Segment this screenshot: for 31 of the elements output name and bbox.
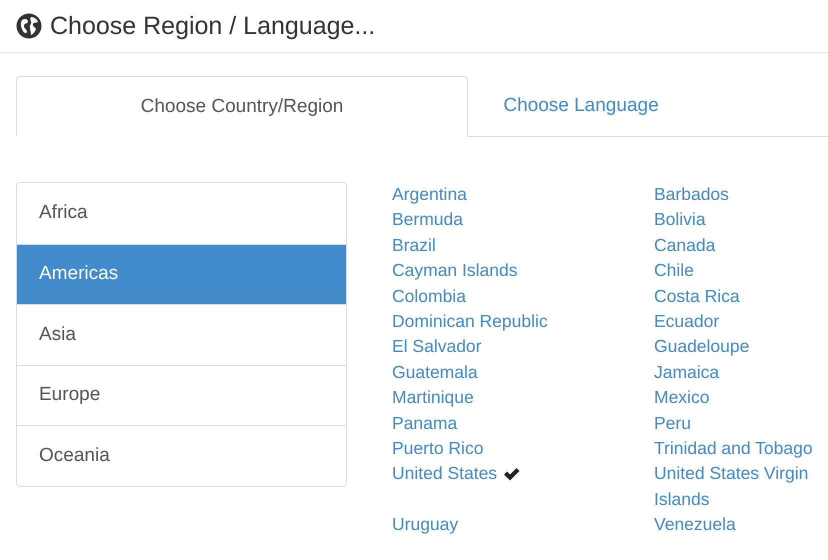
country-link[interactable]: Puerto Rico: [392, 436, 484, 462]
country-link[interactable]: United States: [392, 461, 498, 487]
country-link[interactable]: Panama: [392, 410, 458, 436]
page-title: Choose Region / Language...: [50, 12, 376, 40]
country-link[interactable]: Colombia: [392, 284, 466, 310]
country-link[interactable]: Peru: [654, 410, 691, 436]
country-link[interactable]: Bermuda: [392, 207, 464, 233]
country-link[interactable]: Barbados: [654, 182, 729, 208]
country-link[interactable]: El Salvador: [392, 334, 482, 360]
country-link[interactable]: Ecuador: [654, 309, 720, 334]
country-link[interactable]: Trinidad and Tobago: [654, 436, 813, 462]
country-link[interactable]: Bolivia: [654, 207, 706, 233]
country-link[interactable]: Cayman Islands: [392, 258, 518, 284]
country-link[interactable]: Guatemala: [392, 360, 478, 386]
country-link[interactable]: Brazil: [392, 232, 436, 258]
country-link[interactable]: Uruguay: [392, 512, 458, 538]
country-link[interactable]: Martinique: [392, 385, 474, 411]
country-link[interactable]: Chile: [654, 258, 694, 284]
country-link[interactable]: United States Virgin Islands: [654, 461, 826, 512]
country-link[interactable]: Jamaica: [654, 360, 720, 386]
country-link[interactable]: Costa Rica: [654, 284, 740, 310]
country-link[interactable]: Guadeloupe: [654, 334, 750, 360]
country-link[interactable]: Argentina: [392, 182, 467, 208]
globe-icon: [16, 13, 42, 39]
country-link[interactable]: Dominican Republic: [392, 309, 548, 334]
region-item[interactable]: Americas: [17, 244, 346, 304]
country-link[interactable]: Mexico: [654, 385, 710, 411]
country-link[interactable]: Canada: [654, 232, 716, 258]
tab[interactable]: Choose Country/Region: [16, 76, 468, 137]
region-item[interactable]: Oceania: [17, 425, 346, 486]
country-link[interactable]: Venezuela: [654, 512, 736, 538]
